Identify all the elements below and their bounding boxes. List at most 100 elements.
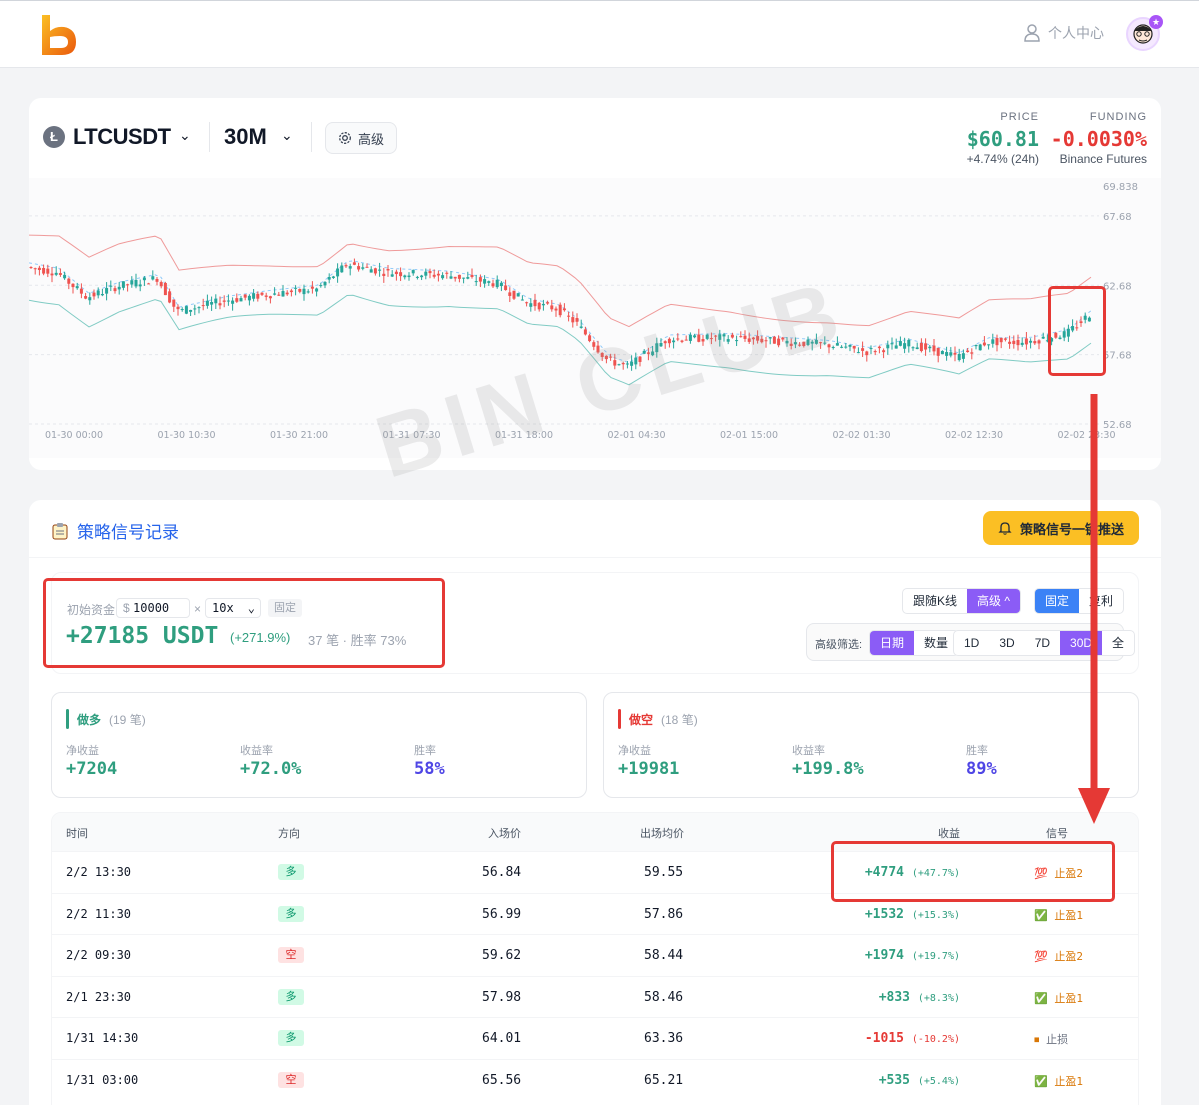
candle-body <box>54 272 58 275</box>
row-profit: +833 (+8.3%) <box>879 990 960 1005</box>
candle-body <box>67 278 71 284</box>
range-7d[interactable]: 7D <box>1025 631 1060 655</box>
clipboard-icon <box>52 522 68 539</box>
row-exit: 59.55 <box>644 865 684 880</box>
candle-body <box>222 300 226 302</box>
candle-body <box>273 293 277 295</box>
interval-selector[interactable]: 30M <box>224 124 267 150</box>
chevron-down-icon[interactable]: ⌄ <box>281 127 293 144</box>
highlight-box-chart <box>1048 286 1106 376</box>
candle-body <box>134 280 138 287</box>
table-row[interactable]: 2/2 09:30 空 59.62 58.44 +1974 (+19.7%) 💯 止盈2 <box>52 934 1138 976</box>
advanced-settings-button[interactable]: 高级 <box>325 122 397 154</box>
litecoin-icon: Ł <box>43 126 65 148</box>
candle-body <box>982 342 986 346</box>
funding-source: Binance Futures <box>1059 152 1147 166</box>
filter-by-date[interactable]: 日期 <box>870 631 915 655</box>
chart-card: Ł LTCUSDT ⌄ 30M ⌄ 高级 PRICE $60.81 +4.74%… <box>28 98 1161 497</box>
price-label: PRICE <box>1000 111 1039 123</box>
user-center-link[interactable]: 个人中心 <box>1024 23 1104 43</box>
candle-body <box>197 307 201 309</box>
candle-body <box>96 290 100 296</box>
candle-body <box>281 291 285 297</box>
candle-body <box>42 267 46 274</box>
short-net-label: 净收益 <box>618 745 651 757</box>
candle-body <box>100 293 104 296</box>
candle-body <box>121 281 125 288</box>
x-tick-label: 02-02 01:30 <box>833 430 891 441</box>
short-title: 做空 <box>629 712 654 727</box>
candle-body <box>226 300 230 302</box>
candle-body <box>970 352 974 354</box>
x-tick-label: 01-30 10:30 <box>158 430 216 441</box>
candle-body <box>562 308 566 311</box>
divider <box>209 122 210 152</box>
filter-type-toggle: 日期 数量 <box>869 630 960 656</box>
candle-body <box>882 350 886 353</box>
short-accent-bar <box>618 709 621 729</box>
candle-body <box>382 273 386 276</box>
candle-body <box>579 326 583 328</box>
range-1d[interactable]: 1D <box>954 631 989 655</box>
row-exit: 63.36 <box>644 1031 684 1047</box>
filter-label: 高级筛选: <box>815 639 863 651</box>
candle-body <box>193 308 197 310</box>
row-time: 1/31 14:30 <box>66 1031 139 1046</box>
candle-body <box>504 285 508 291</box>
row-entry: 56.99 <box>482 906 522 922</box>
follow-kline-button[interactable]: 跟随K线 <box>903 589 967 613</box>
candle-body <box>88 297 92 301</box>
candle-body <box>1003 338 1007 340</box>
signal-icon: ⏹ <box>1034 1033 1040 1047</box>
candle-body <box>113 288 117 292</box>
candle-body <box>516 293 520 297</box>
signal-text: 止盈1 <box>1054 991 1083 1005</box>
candle-body <box>533 300 537 307</box>
table-row[interactable]: 1/31 14:30 多 64.01 63.36 -1015 (-10.2%) ⏹ 止损 <box>52 1017 1138 1059</box>
candle-body <box>37 267 41 271</box>
direction-tag: 空 <box>278 1072 304 1088</box>
candle-body <box>378 269 382 271</box>
candlestick-chart[interactable]: 69.838 67.68 62.68 57.68 52.68 01-30 00:00 01-… <box>28 178 1161 497</box>
brand-logo[interactable] <box>38 13 78 57</box>
candle-body <box>462 277 466 279</box>
row-profit: -1015 (-10.2%) <box>865 1031 960 1046</box>
candle-body <box>474 281 478 283</box>
candle-body <box>365 266 369 268</box>
filter-by-count[interactable]: 数量 <box>914 631 958 655</box>
candle-body <box>201 305 205 307</box>
candle-body <box>142 277 146 281</box>
fixed-mode-button[interactable]: 固定 <box>1035 589 1080 613</box>
candle-body <box>1008 341 1012 344</box>
direction-tag: 空 <box>278 947 304 964</box>
advanced-toggle-button[interactable]: 高级 ^ <box>967 589 1020 613</box>
candle-body <box>957 354 961 361</box>
candle-body <box>264 295 268 297</box>
table-row[interactable]: 1/31 03:00 空 65.56 65.21 +535 (+5.4%) ✅ 止盈1 <box>52 1059 1138 1101</box>
signal-text: 止盈2 <box>1054 950 1083 964</box>
price-change: +4.74% (24h) <box>966 152 1039 166</box>
candle-body <box>940 350 944 355</box>
row-entry: 64.01 <box>482 1031 522 1047</box>
row-signal: ✅ 止盈1 <box>1034 907 1083 923</box>
candle-body <box>218 303 222 306</box>
row-profit-value: +1974 <box>864 948 904 964</box>
candle-body <box>487 281 491 283</box>
candle-body <box>336 268 340 277</box>
candle-body <box>961 353 965 359</box>
symbol-selector[interactable]: LTCUSDT <box>73 124 171 150</box>
table-row[interactable]: 2/1 23:30 多 57.98 58.46 +833 (+8.3%) ✅ 止盈1 <box>52 975 1138 1018</box>
chevron-down-icon[interactable]: ⌄ <box>179 127 191 144</box>
red-arrow-icon <box>1078 394 1110 824</box>
range-3d[interactable]: 3D <box>989 631 1024 655</box>
candle-body <box>903 343 907 349</box>
short-count: (18 笔) <box>661 712 698 727</box>
signal-text: 止盈1 <box>1054 1075 1083 1088</box>
candle-body <box>109 285 113 287</box>
candle-body <box>915 347 919 350</box>
candle-body <box>302 288 306 295</box>
candle-body <box>1020 342 1024 345</box>
candle-body <box>499 282 503 287</box>
candle-body <box>495 279 499 288</box>
top-bar: 个人中心 ★ <box>0 0 1199 68</box>
